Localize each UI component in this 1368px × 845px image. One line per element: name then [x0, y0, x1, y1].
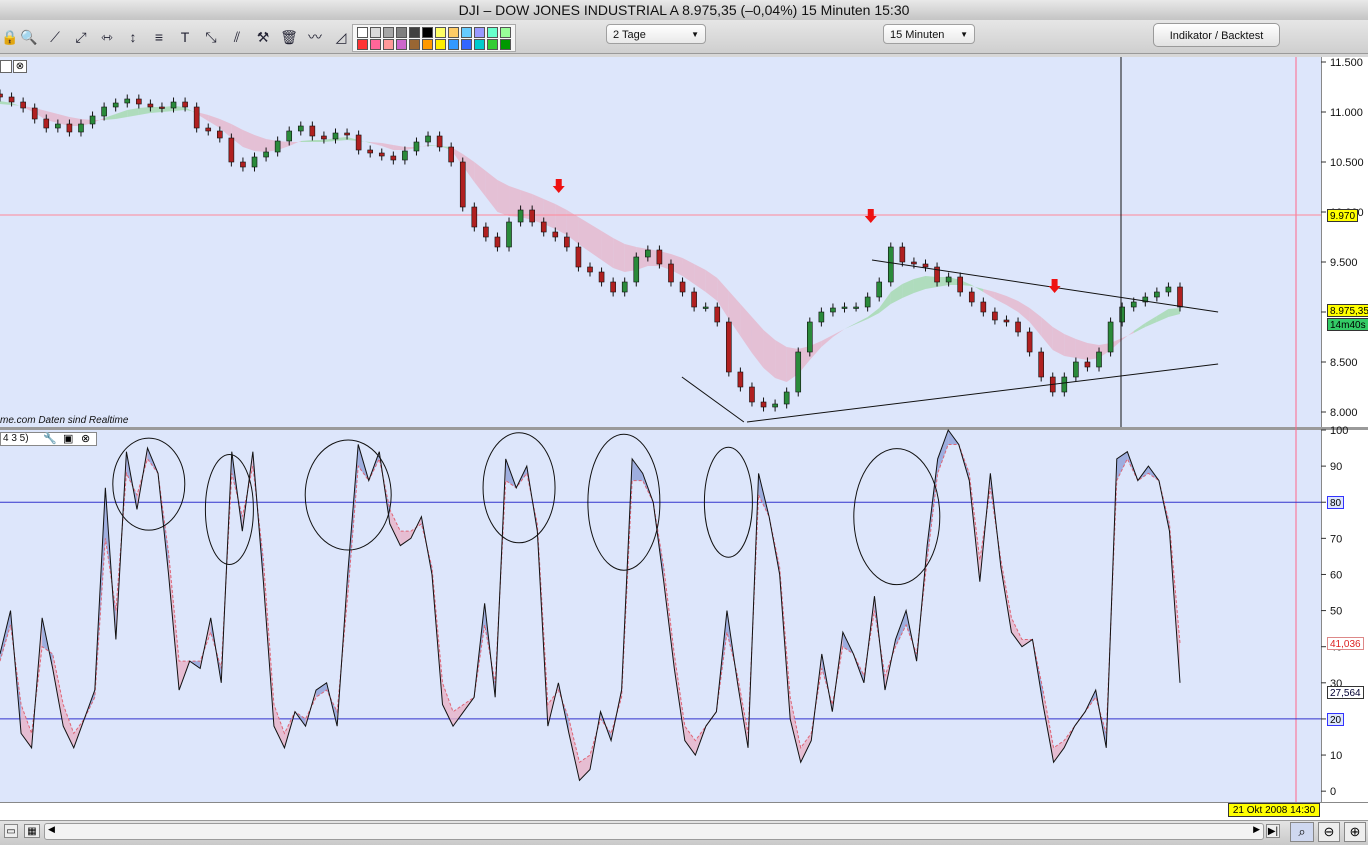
current-price-badge: 8.975,35: [1327, 304, 1368, 318]
oscillator-params: 4 3 5): [3, 433, 29, 444]
cursor-date-badge: 21 Okt 2008 14:30: [1228, 803, 1320, 817]
color-swatch[interactable]: [448, 27, 459, 38]
chevron-down-icon: ▼: [691, 30, 699, 39]
interval-select[interactable]: 15 Minuten ▼: [883, 24, 975, 44]
close-icon[interactable]: ⊗: [81, 432, 90, 445]
color-swatch[interactable]: [474, 39, 485, 50]
panel-tab[interactable]: [0, 60, 12, 73]
color-swatch[interactable]: [474, 27, 485, 38]
indicator-icon[interactable]: 〰: [305, 27, 325, 47]
zoom-out-icon[interactable]: ⊖: [1318, 822, 1340, 842]
lock-icon[interactable]: 🔒: [0, 27, 20, 47]
chevron-down-icon: ▼: [960, 30, 968, 39]
color-swatch[interactable]: [409, 39, 420, 50]
pattern-icon[interactable]: ◿: [331, 27, 351, 47]
color-swatch[interactable]: [370, 39, 381, 50]
level-20-badge: 20: [1327, 712, 1345, 726]
color-swatch[interactable]: [357, 27, 368, 38]
color-swatch[interactable]: [500, 39, 511, 50]
scroll-left-icon[interactable]: ◀: [48, 824, 55, 835]
color-swatch[interactable]: [357, 39, 368, 50]
line-tool-icon[interactable]: ⟋: [45, 27, 65, 47]
color-swatch[interactable]: [461, 39, 472, 50]
window-icon[interactable]: ▣: [63, 432, 73, 445]
color-swatch[interactable]: [435, 39, 446, 50]
window-title: DJI – DOW JONES INDUSTRIAL A 8.975,35 (–…: [0, 0, 1368, 21]
date-axis: [0, 802, 1368, 820]
channel-tool-icon[interactable]: ⫽: [227, 27, 247, 47]
arrow-tool-icon[interactable]: ⤡: [201, 27, 221, 47]
price-chart-area[interactable]: [0, 57, 1321, 427]
fibonacci-icon[interactable]: ≡: [149, 27, 169, 47]
zoom-fit-icon[interactable]: ⌕: [1290, 822, 1314, 842]
color-swatch[interactable]: [383, 27, 394, 38]
color-swatch[interactable]: [422, 27, 433, 38]
period-select[interactable]: 2 Tage ▼: [606, 24, 706, 44]
color-swatch[interactable]: [370, 27, 381, 38]
horizontal-line-icon[interactable]: ⇿: [97, 27, 117, 47]
color-swatch[interactable]: [461, 27, 472, 38]
candle-countdown-badge: 14m40s: [1327, 318, 1368, 332]
scroll-right-icon[interactable]: ▶: [1253, 824, 1260, 835]
zoom-icon[interactable]: 🔍: [19, 27, 39, 47]
color-swatch[interactable]: [396, 39, 407, 50]
color-swatch[interactable]: [500, 27, 511, 38]
oscillator-value-badge: 27,564: [1327, 685, 1364, 699]
close-icon[interactable]: ⊗: [13, 60, 27, 73]
oscillator-chart-area[interactable]: [0, 430, 1321, 802]
zoom-in-icon[interactable]: ⊕: [1344, 822, 1366, 842]
color-swatch[interactable]: [435, 27, 446, 38]
level-80-badge: 80: [1327, 496, 1345, 510]
signal-value-badge: 41,036: [1327, 637, 1364, 651]
color-swatch[interactable]: [448, 39, 459, 50]
data-source-note: me.com Daten sind Realtime: [0, 415, 129, 426]
price-axis: [1321, 57, 1368, 427]
trendline-icon[interactable]: ⤢: [71, 27, 91, 47]
vertical-line-icon[interactable]: ↕: [123, 27, 143, 47]
color-swatch[interactable]: [422, 39, 433, 50]
level-price-badge: 9.970: [1327, 209, 1359, 222]
scroll-end-icon[interactable]: ▶|: [1266, 824, 1280, 838]
color-swatch[interactable]: [487, 27, 498, 38]
trash-icon[interactable]: 🗑: [279, 27, 299, 47]
oscillator-header: 4 3 5) 🔧 ▣ ⊗: [0, 432, 97, 446]
color-palette[interactable]: [352, 24, 516, 52]
tools-icon[interactable]: ⚒: [253, 27, 273, 47]
color-swatch[interactable]: [487, 39, 498, 50]
wrench-icon[interactable]: 🔧: [43, 432, 57, 445]
layout-icon[interactable]: ▦: [24, 824, 40, 838]
oscillator-axis: [1321, 430, 1368, 802]
indicator-backtest-button[interactable]: Indikator / Backtest: [1153, 23, 1280, 47]
color-swatch[interactable]: [383, 39, 394, 50]
color-swatch[interactable]: [396, 27, 407, 38]
color-swatch[interactable]: [409, 27, 420, 38]
horizontal-scrollbar[interactable]: ◀ ▶: [44, 823, 1264, 840]
page-icon[interactable]: ▭: [4, 824, 18, 838]
text-tool-icon[interactable]: T: [175, 27, 195, 47]
